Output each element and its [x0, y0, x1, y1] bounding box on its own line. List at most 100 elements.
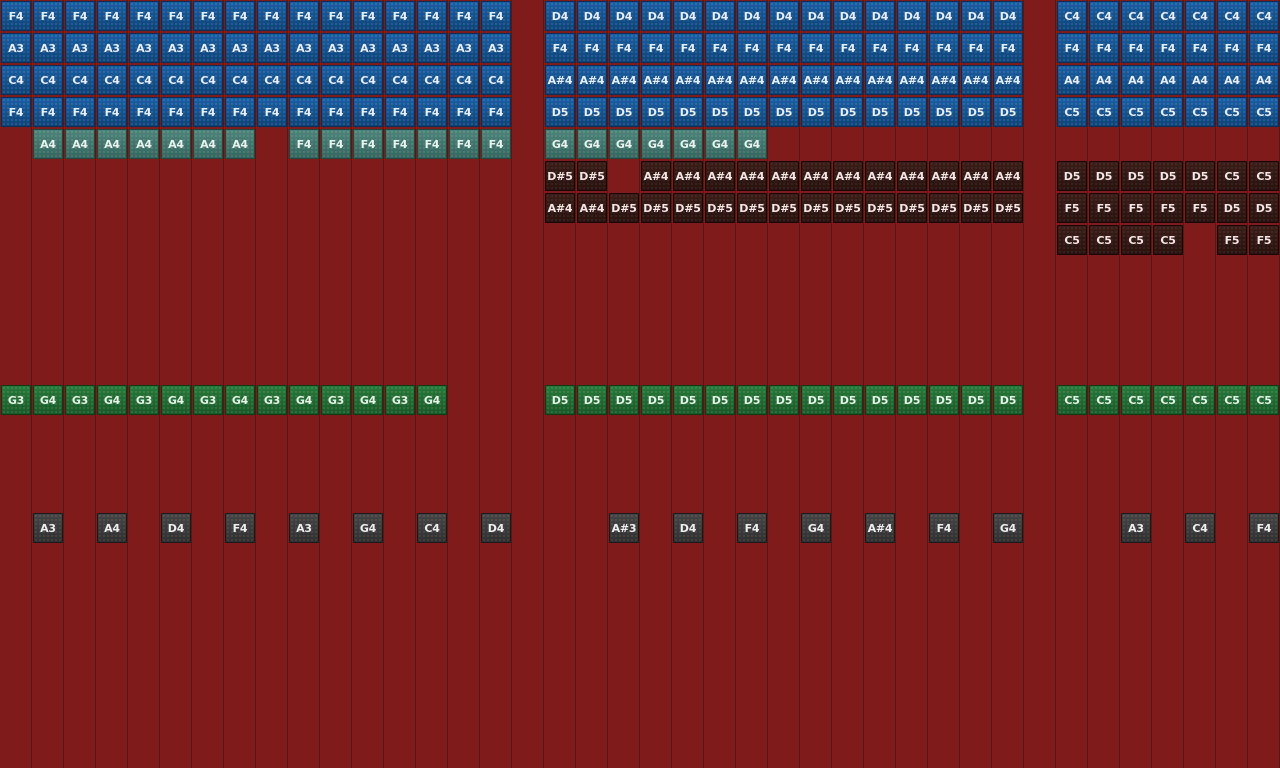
- note-cell[interactable]: D5: [545, 97, 575, 127]
- note-cell[interactable]: D4: [545, 1, 575, 31]
- note-cell[interactable]: C4: [1185, 513, 1215, 543]
- note-cell[interactable]: D#5: [609, 193, 639, 223]
- note-cell[interactable]: G4: [289, 385, 319, 415]
- note-cell[interactable]: F4: [1185, 33, 1215, 63]
- note-cell[interactable]: C5: [1089, 225, 1119, 255]
- note-cell[interactable]: A3: [129, 33, 159, 63]
- note-cell[interactable]: D4: [769, 1, 799, 31]
- note-cell[interactable]: C5: [1185, 97, 1215, 127]
- note-cell[interactable]: A#4: [705, 65, 735, 95]
- note-cell[interactable]: F4: [321, 97, 351, 127]
- note-cell[interactable]: D#5: [577, 161, 607, 191]
- note-cell[interactable]: A#4: [865, 65, 895, 95]
- note-cell[interactable]: D4: [705, 1, 735, 31]
- note-cell[interactable]: G4: [577, 129, 607, 159]
- note-cell[interactable]: F4: [673, 33, 703, 63]
- note-cell[interactable]: D5: [1057, 161, 1087, 191]
- note-cell[interactable]: A3: [193, 33, 223, 63]
- note-cell[interactable]: A3: [257, 33, 287, 63]
- note-cell[interactable]: D4: [801, 1, 831, 31]
- note-cell[interactable]: A#4: [833, 65, 863, 95]
- note-cell[interactable]: D5: [545, 385, 575, 415]
- note-cell[interactable]: C4: [1089, 1, 1119, 31]
- note-cell[interactable]: A#4: [865, 161, 895, 191]
- note-cell[interactable]: D#5: [545, 161, 575, 191]
- note-cell[interactable]: G4: [545, 129, 575, 159]
- note-cell[interactable]: D4: [865, 1, 895, 31]
- note-cell[interactable]: A3: [417, 33, 447, 63]
- note-cell[interactable]: A#4: [769, 161, 799, 191]
- note-cell[interactable]: F4: [1249, 513, 1279, 543]
- note-cell[interactable]: C5: [1057, 225, 1087, 255]
- note-cell[interactable]: D5: [1153, 161, 1183, 191]
- note-cell[interactable]: F4: [417, 129, 447, 159]
- note-cell[interactable]: G3: [193, 385, 223, 415]
- note-cell[interactable]: D4: [673, 513, 703, 543]
- note-cell[interactable]: D5: [833, 385, 863, 415]
- note-cell[interactable]: C4: [1057, 1, 1087, 31]
- note-cell[interactable]: F4: [705, 33, 735, 63]
- note-cell[interactable]: A3: [289, 513, 319, 543]
- note-cell[interactable]: D5: [961, 97, 991, 127]
- note-cell[interactable]: A#4: [737, 65, 767, 95]
- note-cell[interactable]: F4: [865, 33, 895, 63]
- note-cell[interactable]: F4: [641, 33, 671, 63]
- note-cell[interactable]: D#5: [673, 193, 703, 223]
- note-cell[interactable]: D#5: [993, 193, 1023, 223]
- note-cell[interactable]: A#4: [769, 65, 799, 95]
- note-cell[interactable]: F4: [1121, 33, 1151, 63]
- note-cell[interactable]: F4: [481, 129, 511, 159]
- note-cell[interactable]: G3: [257, 385, 287, 415]
- note-cell[interactable]: A#4: [961, 161, 991, 191]
- note-cell[interactable]: F4: [321, 129, 351, 159]
- note-cell[interactable]: F4: [129, 97, 159, 127]
- note-cell[interactable]: F4: [289, 129, 319, 159]
- note-cell[interactable]: A3: [449, 33, 479, 63]
- note-cell[interactable]: A3: [33, 33, 63, 63]
- note-cell[interactable]: F4: [833, 33, 863, 63]
- note-cell[interactable]: F4: [33, 97, 63, 127]
- note-cell[interactable]: A3: [289, 33, 319, 63]
- note-cell[interactable]: D#5: [865, 193, 895, 223]
- note-cell[interactable]: F4: [161, 1, 191, 31]
- note-cell[interactable]: D5: [833, 97, 863, 127]
- note-cell[interactable]: D5: [1217, 193, 1247, 223]
- note-cell[interactable]: C4: [289, 65, 319, 95]
- note-cell[interactable]: F4: [1089, 33, 1119, 63]
- note-cell[interactable]: C4: [417, 65, 447, 95]
- note-cell[interactable]: A3: [161, 33, 191, 63]
- note-cell[interactable]: F4: [353, 97, 383, 127]
- note-cell[interactable]: F4: [577, 33, 607, 63]
- note-cell[interactable]: C4: [449, 65, 479, 95]
- note-cell[interactable]: A3: [481, 33, 511, 63]
- note-cell[interactable]: C4: [1249, 1, 1279, 31]
- note-cell[interactable]: F4: [289, 97, 319, 127]
- note-cell[interactable]: C5: [1217, 161, 1247, 191]
- note-cell[interactable]: C5: [1121, 225, 1151, 255]
- note-cell[interactable]: F5: [1121, 193, 1151, 223]
- note-cell[interactable]: D5: [993, 385, 1023, 415]
- note-cell[interactable]: F4: [289, 1, 319, 31]
- note-cell[interactable]: D5: [641, 97, 671, 127]
- note-cell[interactable]: G3: [385, 385, 415, 415]
- note-cell[interactable]: F4: [801, 33, 831, 63]
- note-cell[interactable]: F4: [769, 33, 799, 63]
- note-cell[interactable]: F4: [481, 97, 511, 127]
- note-cell[interactable]: A#4: [801, 161, 831, 191]
- note-cell[interactable]: F4: [929, 513, 959, 543]
- note-cell[interactable]: D5: [929, 97, 959, 127]
- note-cell[interactable]: A4: [1185, 65, 1215, 95]
- note-cell[interactable]: D5: [1121, 161, 1151, 191]
- note-cell[interactable]: D4: [673, 1, 703, 31]
- note-cell[interactable]: D4: [993, 1, 1023, 31]
- note-cell[interactable]: C4: [129, 65, 159, 95]
- note-cell[interactable]: D#5: [929, 193, 959, 223]
- note-cell[interactable]: D4: [161, 513, 191, 543]
- note-cell[interactable]: F4: [1153, 33, 1183, 63]
- note-cell[interactable]: C5: [1153, 385, 1183, 415]
- note-cell[interactable]: D5: [609, 385, 639, 415]
- note-cell[interactable]: F4: [961, 33, 991, 63]
- note-cell[interactable]: F5: [1153, 193, 1183, 223]
- note-cell[interactable]: A#4: [993, 161, 1023, 191]
- note-cell[interactable]: A#4: [545, 65, 575, 95]
